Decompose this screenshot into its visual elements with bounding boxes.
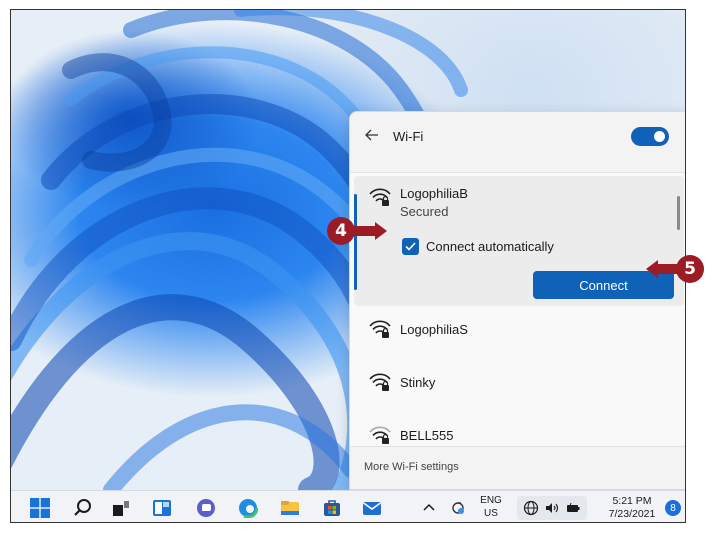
callout-4: 4 [327,217,355,245]
wifi-secured-icon [368,319,392,339]
connect-automatically-label: Connect automatically [426,239,554,254]
checkmark-icon [405,242,416,251]
network-item[interactable]: LogophiliaS [354,313,684,365]
network-status: Secured [400,204,449,219]
clock-time: 5:21 PM [612,495,652,507]
chevron-up-icon[interactable] [418,497,440,519]
network-item-selected[interactable]: LogophiliaB Secured Connect automaticall… [354,176,684,306]
battery-icon [566,502,580,512]
globe-icon [524,500,539,516]
network-item[interactable]: BELL555 [354,419,684,446]
screen-frame: Wi-Fi LogophiliaB Secured Connect automa… [10,9,686,523]
more-wifi-settings-link[interactable]: More Wi-Fi settings [364,461,459,473]
network-item[interactable]: Stinky [354,366,684,418]
wifi-secured-weak-icon [368,425,392,445]
connect-automatically-checkbox[interactable] [402,238,419,255]
wifi-secured-icon [368,372,392,392]
wifi-panel: Wi-Fi LogophiliaB Secured Connect automa… [349,111,685,490]
network-name: BELL555 [400,428,454,443]
back-arrow-icon[interactable] [364,127,380,143]
store-icon[interactable] [321,497,343,519]
clock[interactable]: 5:21 PM 7/23/2021 [601,495,663,521]
volume-icon [545,503,559,513]
panel-header: Wi-Fi [350,112,685,164]
sync-icon[interactable] [447,497,469,519]
file-explorer-icon[interactable] [279,497,301,519]
panel-title: Wi-Fi [393,129,424,144]
callout-4-arrow [353,222,387,240]
network-list: LogophiliaB Secured Connect automaticall… [350,172,685,447]
quick-settings-button[interactable] [517,496,587,520]
wifi-toggle[interactable] [631,127,669,146]
widgets-icon[interactable] [151,497,173,519]
callout-5: 5 [676,255,704,283]
chat-icon[interactable] [195,497,217,519]
language-indicator[interactable]: ENG US [479,494,503,520]
callout-5-arrow [646,260,680,278]
region-code: US [484,508,498,519]
language-code: ENG [480,495,502,506]
search-icon[interactable] [72,497,94,519]
network-name: Stinky [400,375,436,390]
clock-date: 7/23/2021 [608,508,656,520]
taskbar: ENG US 5:21 PM 7/23/2021 8 [11,490,685,522]
network-name: LogophiliaS [400,322,468,337]
task-view-icon[interactable] [110,497,132,519]
notification-badge[interactable]: 8 [665,500,681,516]
mail-icon[interactable] [361,497,383,519]
selection-indicator [354,194,357,290]
wifi-secured-icon [368,187,392,207]
windows-start-icon[interactable] [29,497,51,519]
scrollbar[interactable] [677,196,680,230]
edge-icon[interactable] [237,497,259,519]
toggle-knob [654,131,665,142]
network-name: LogophiliaB [400,186,468,201]
